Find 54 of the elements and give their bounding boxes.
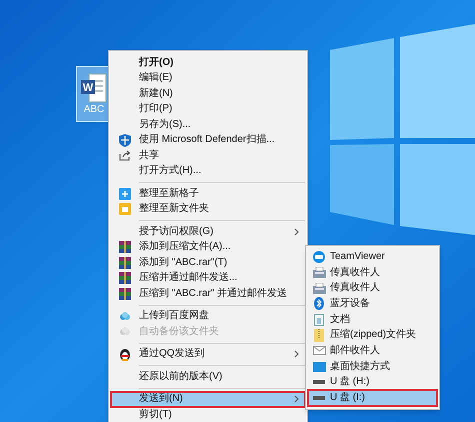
menu-item[interactable]: 桌面快捷方式 xyxy=(308,358,437,374)
drive-icon xyxy=(313,380,325,384)
bluetooth-icon xyxy=(314,297,324,310)
archive-books-icon xyxy=(119,272,131,284)
menu-item[interactable]: U 盘 (H:) xyxy=(308,374,437,390)
fax-icon xyxy=(312,267,326,278)
file-name: ABC xyxy=(84,105,104,115)
menu-item[interactable]: 上传到百度网盘 xyxy=(111,308,305,324)
menu-item[interactable]: 压缩(zipped)文件夹 xyxy=(308,327,437,344)
menu-item[interactable]: 整理至新文件夹 xyxy=(111,202,305,217)
menu-item[interactable]: 压缩到 "ABC.rar" 并通过邮件发送 xyxy=(111,286,305,302)
envelope-icon xyxy=(312,346,326,356)
menu-item[interactable]: 编辑(E) xyxy=(111,70,305,86)
penguin-icon xyxy=(119,348,131,361)
zip-folder-icon xyxy=(314,328,324,342)
menu-item[interactable]: 使用 Microsoft Defender扫描... xyxy=(111,132,305,148)
menu-item[interactable]: 还原以前的版本(V) xyxy=(111,369,305,384)
drive-icon xyxy=(313,396,325,400)
menu-item[interactable]: 添加到压缩文件(A)... xyxy=(111,240,305,255)
cloud-icon xyxy=(119,312,131,321)
menu-item[interactable]: U 盘 (I:) xyxy=(308,390,437,406)
archive-books-icon xyxy=(119,241,131,254)
menu-item[interactable]: 整理至新格子 xyxy=(111,186,305,202)
cloud-icon xyxy=(119,327,131,336)
chevron-right-icon xyxy=(294,395,299,404)
shield-icon xyxy=(119,134,131,147)
archive-books-icon xyxy=(119,256,131,269)
menu-item[interactable]: TeamViewer xyxy=(308,249,437,265)
menu-item[interactable]: 传真收件人 xyxy=(308,264,437,280)
share-icon xyxy=(119,150,131,162)
menu-item[interactable]: 传真收件人 xyxy=(308,280,437,296)
menu-item[interactable]: 通过QQ发送到 xyxy=(111,346,305,362)
plus-tile-icon xyxy=(119,188,131,200)
chevron-right-icon xyxy=(294,228,299,236)
menu-item[interactable]: 新建(N) xyxy=(111,86,305,102)
chevron-right-icon xyxy=(294,350,299,358)
fax-icon xyxy=(312,282,326,294)
menu-item[interactable]: 文档 xyxy=(308,312,437,328)
menu-item[interactable]: 共享 xyxy=(111,148,305,164)
menu-item[interactable]: 打印(P) xyxy=(111,102,305,117)
monitor-icon xyxy=(312,362,326,372)
menu-item[interactable]: 邮件收件人 xyxy=(308,343,437,359)
menu-item[interactable]: 发送到(N) xyxy=(111,392,305,407)
menu-item[interactable]: 打开方式(H)... xyxy=(111,164,305,179)
menu-item[interactable]: 剪切(T) xyxy=(111,407,305,422)
archive-books-icon xyxy=(119,288,131,300)
menu-item[interactable]: 添加到 "ABC.rar"(T) xyxy=(111,255,305,270)
menu-item[interactable]: 打开(O) xyxy=(111,55,305,70)
menu-item[interactable]: 另存为(S)... xyxy=(111,117,305,132)
menu-item[interactable]: 压缩并通过邮件发送... xyxy=(111,270,305,286)
menu-item[interactable]: 授予访问权限(G) xyxy=(111,224,305,240)
menu-item[interactable]: 蓝牙设备 xyxy=(308,296,437,312)
folder-icon xyxy=(119,203,131,216)
document-icon xyxy=(314,314,324,326)
